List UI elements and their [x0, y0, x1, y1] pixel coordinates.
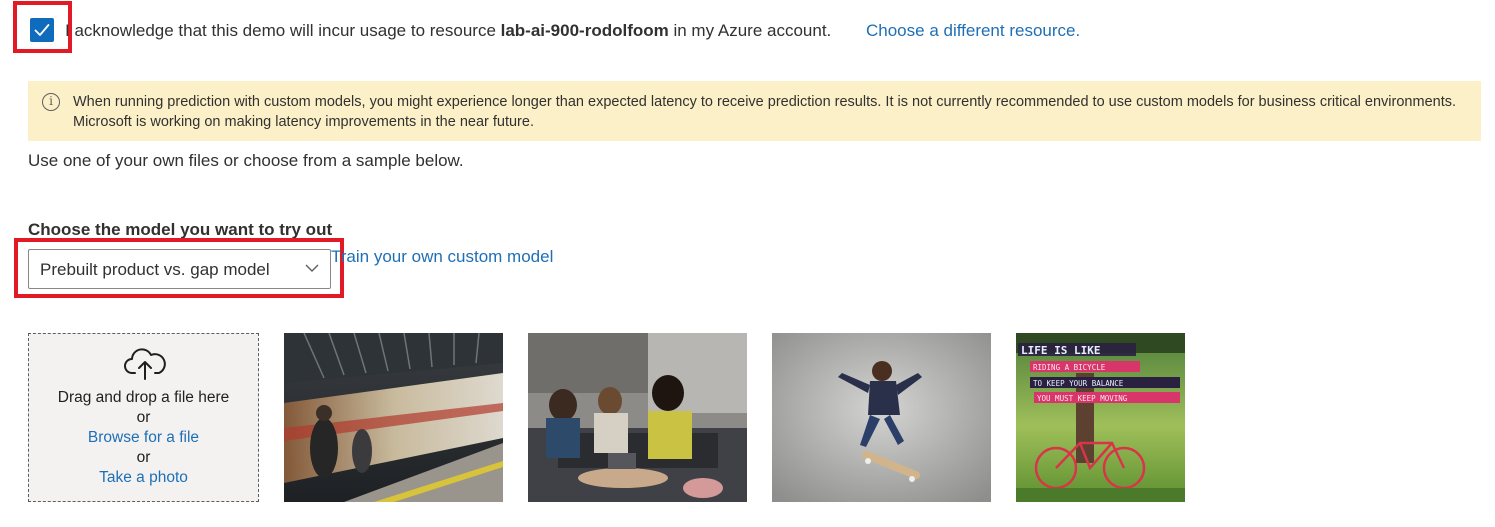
checkmark-icon	[34, 24, 50, 36]
resource-name: lab-ai-900-rodolfoom	[500, 21, 669, 40]
warning-message: When running prediction with custom mode…	[73, 94, 1457, 130]
poster-line-2: RIDING A BICYCLE	[1033, 363, 1106, 372]
acknowledge-checkbox[interactable]	[30, 18, 54, 42]
model-dropdown[interactable]: Prebuilt product vs. gap model	[28, 249, 331, 289]
drag-drop-text: Drag and drop a file here	[57, 389, 230, 406]
or-text: or	[136, 449, 151, 466]
chevron-down-icon	[305, 264, 319, 272]
sample-image-skateboarder[interactable]	[772, 333, 991, 502]
latency-warning-banner: i When running prediction with custom mo…	[28, 81, 1481, 141]
file-drop-zone[interactable]: Drag and drop a file here or Browse for …	[28, 333, 259, 502]
info-icon: i	[42, 93, 60, 111]
acknowledge-text: I acknowledge that this demo will incur …	[65, 21, 832, 40]
choose-resource-link[interactable]: Choose a different resource.	[866, 20, 1080, 42]
poster-line-4: YOU MUST KEEP MOVING	[1037, 394, 1128, 403]
train-custom-model-link[interactable]: Train your own custom model	[331, 246, 553, 268]
or-text: or	[136, 409, 151, 426]
poster-line-3: TO KEEP YOUR BALANCE	[1033, 379, 1124, 388]
model-select-label: Choose the model you want to try out	[28, 220, 333, 239]
sample-image-bicycle-poster[interactable]: LIFE IS LIKE RIDING A BICYCLE TO KEEP YO…	[1016, 333, 1185, 502]
sample-image-train-station[interactable]	[284, 333, 503, 502]
sample-hint: Use one of your own files or choose from…	[28, 151, 464, 170]
sample-image-people-on-couch[interactable]	[528, 333, 747, 502]
poster-line-1: LIFE IS LIKE	[1021, 344, 1100, 357]
browse-file-link[interactable]: Browse for a file	[29, 428, 258, 448]
cloud-upload-icon	[124, 348, 166, 380]
model-dropdown-value: Prebuilt product vs. gap model	[40, 260, 270, 279]
take-photo-link[interactable]: Take a photo	[29, 468, 258, 488]
